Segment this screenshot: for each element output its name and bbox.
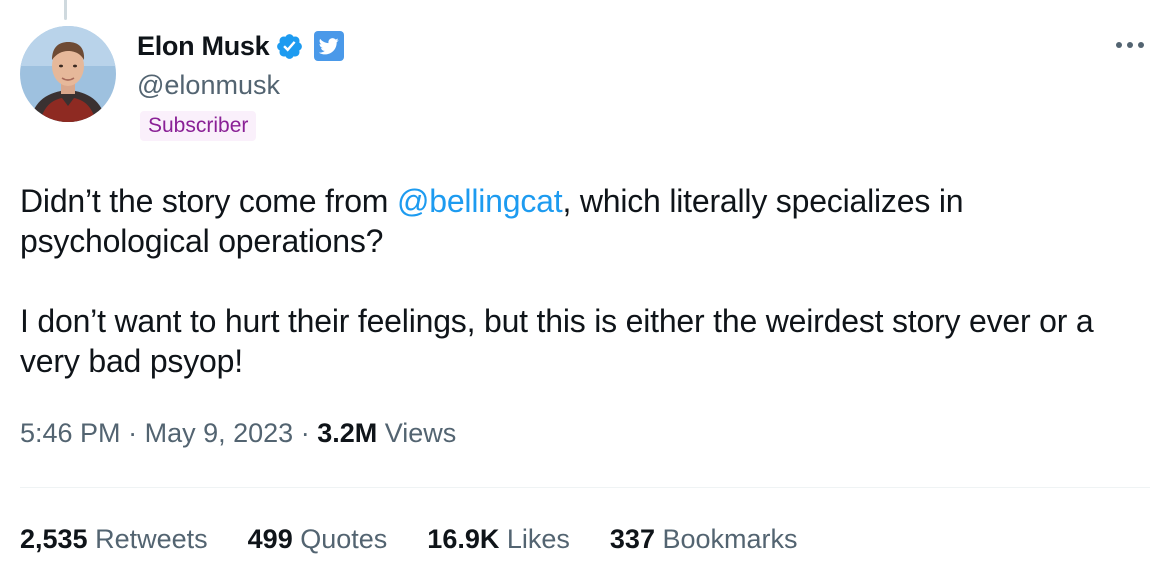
retweets-stat[interactable]: 2,535 Retweets (20, 524, 208, 555)
engagement-stats: 2,535 Retweets 499 Quotes 16.9K Likes 33… (20, 524, 798, 555)
subscriber-badge[interactable]: Subscriber (140, 111, 257, 141)
twitter-bird-icon (319, 38, 339, 55)
bookmarks-stat[interactable]: 337 Bookmarks (610, 524, 798, 555)
author-name-row: Elon Musk (137, 28, 345, 64)
likes-label: Likes (506, 524, 570, 554)
divider (20, 487, 1150, 488)
bookmarks-count: 337 (609, 524, 655, 554)
likes-count: 16.9K (427, 524, 500, 554)
tweet-text: Didn’t the story come from @bellingcat, … (20, 181, 1140, 381)
tweet-date[interactable]: May 9, 2023 (145, 418, 294, 448)
tweet-text-segment: Didn’t the story come from (20, 183, 397, 219)
quotes-stat[interactable]: 499 Quotes (248, 524, 388, 555)
mention-link-bellingcat[interactable]: @bellingcat (397, 183, 563, 219)
likes-stat[interactable]: 16.9K Likes (427, 524, 570, 555)
views-label: Views (384, 418, 457, 448)
thread-connector-line (64, 0, 67, 20)
tweet-paragraph-1: Didn’t the story come from @bellingcat, … (20, 181, 1140, 261)
tweet-paragraph-2: I don’t want to hurt their feelings, but… (20, 303, 1094, 379)
views-count: 3.2M (317, 418, 378, 448)
tweet-time[interactable]: 5:46 PM (20, 418, 121, 448)
retweets-count: 2,535 (20, 524, 88, 554)
meta-separator: · (128, 418, 138, 448)
author-handle[interactable]: @elonmusk (137, 70, 280, 101)
avatar-image (20, 26, 116, 122)
more-dots-icon (1116, 42, 1144, 48)
twitter-badge (314, 31, 345, 61)
bookmarks-label: Bookmarks (662, 524, 798, 554)
quotes-count: 499 (247, 524, 293, 554)
retweets-label: Retweets (95, 524, 208, 554)
meta-separator: · (300, 418, 310, 448)
more-options-button[interactable] (1110, 30, 1150, 60)
author-display-name[interactable]: Elon Musk (137, 31, 270, 62)
verified-check-icon[interactable] (275, 32, 304, 61)
tweet-meta: 5:46 PM · May 9, 2023 · 3.2M Views (20, 418, 456, 449)
avatar[interactable] (20, 26, 116, 122)
quotes-label: Quotes (300, 524, 388, 554)
